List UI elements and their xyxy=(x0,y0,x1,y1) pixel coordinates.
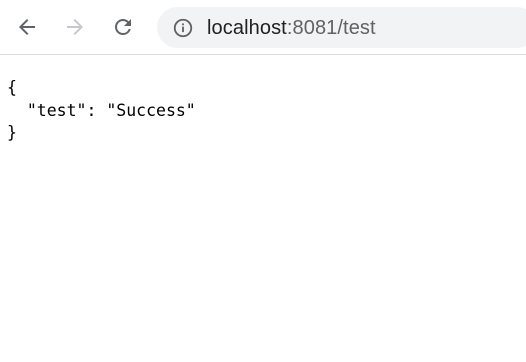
url-text[interactable]: localhost:8081/test xyxy=(207,16,376,40)
json-line: "test": "Success" xyxy=(7,100,196,120)
arrow-right-icon xyxy=(67,19,83,35)
url-path: :8081/test xyxy=(286,16,376,39)
json-line: } xyxy=(7,123,17,142)
address-bar[interactable]: localhost:8081/test xyxy=(157,7,526,48)
json-line: { xyxy=(7,78,17,97)
reload-button[interactable] xyxy=(104,8,142,46)
url-host: localhost xyxy=(207,16,287,39)
back-button[interactable] xyxy=(8,8,46,46)
browser-toolbar: localhost:8081/test xyxy=(0,0,526,55)
forward-button[interactable] xyxy=(56,8,94,46)
arrow-left-icon xyxy=(19,19,35,35)
reload-icon xyxy=(115,19,131,35)
json-response-body: { "test": "Success" } xyxy=(7,77,196,145)
info-circle-icon[interactable] xyxy=(171,16,195,40)
